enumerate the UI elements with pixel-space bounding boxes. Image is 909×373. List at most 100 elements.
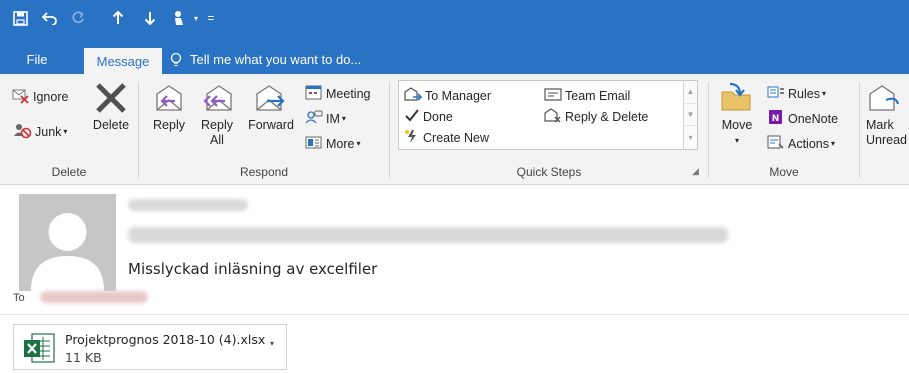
checkmark-icon [404, 108, 420, 126]
reply-label: Reply [153, 118, 185, 132]
ignore-button[interactable]: Ignore [12, 86, 68, 107]
quick-step-team-email[interactable]: Team Email [544, 87, 630, 105]
undo-icon[interactable] [40, 7, 60, 29]
svg-text:N: N [772, 114, 780, 124]
move-label: Move [721, 118, 753, 132]
lightning-icon [404, 129, 420, 147]
tell-me-label: Tell me what you want to do... [190, 52, 362, 67]
dialog-launcher-icon[interactable]: ◢ [692, 166, 700, 176]
rules-label: Rules [788, 86, 820, 101]
sender-name-redacted [128, 199, 248, 211]
chevron-down-icon[interactable]: ▾ [191, 7, 201, 29]
onenote-icon: N [767, 109, 785, 128]
junk-label: Junk [35, 124, 62, 139]
junk-button[interactable]: Junk ▾ [12, 121, 67, 142]
actions-button[interactable]: Actions ▾ [767, 134, 835, 153]
forward-button[interactable]: Forward [243, 82, 299, 133]
tab-strip: File Message Tell me what you want to do… [0, 45, 909, 74]
chevron-down-icon: ▾ [341, 114, 346, 123]
reply-delete-icon [544, 108, 562, 126]
group-delete: Ignore Junk ▾ Delete Delete [0, 74, 138, 185]
move-button[interactable]: Move ▾ [717, 82, 757, 148]
meeting-button[interactable]: Meeting [305, 84, 370, 103]
tab-message[interactable]: Message [84, 48, 162, 74]
reply-icon [156, 85, 182, 111]
done-label: Done [423, 110, 453, 124]
header-divider [0, 314, 909, 315]
quick-step-to-manager[interactable]: To Manager [404, 87, 491, 105]
more-icon [305, 134, 323, 153]
chevron-down-icon: ▾ [356, 139, 361, 148]
excel-file-icon [24, 333, 55, 363]
attachment-card[interactable]: Projektprognos 2018-10 (4).xlsx 11 KB ▾ [13, 324, 287, 370]
actions-label: Actions [788, 136, 829, 151]
to-manager-icon [404, 87, 423, 105]
gallery-expand-icon[interactable]: ▾ [684, 126, 697, 149]
redo-icon[interactable] [68, 7, 88, 29]
tab-file[interactable]: File [18, 45, 56, 74]
more-respond-button[interactable]: More ▾ [305, 134, 361, 153]
onenote-label: OneNote [788, 111, 839, 126]
reply-all-label-2: All [210, 133, 224, 147]
sender-address-redacted [128, 227, 728, 243]
to-label: To [13, 292, 25, 304]
mark-unread-button[interactable]: Mark Unread [866, 82, 909, 148]
customize-qat-icon[interactable]: = [205, 7, 217, 29]
rules-icon [767, 84, 785, 103]
team-email-label: Team Email [565, 89, 631, 103]
title-bar: ▾ = [0, 0, 909, 45]
save-icon[interactable] [10, 7, 30, 29]
chevron-down-icon: ▾ [734, 136, 739, 145]
move-group-label: Move [769, 165, 799, 179]
ribbon: Ignore Junk ▾ Delete Delete Reply Reply … [0, 74, 909, 185]
reply-all-button[interactable]: Reply All [195, 82, 239, 148]
im-icon [305, 109, 323, 128]
reply-all-label-1: Reply [201, 118, 233, 132]
create-new-label: Create New [423, 131, 489, 145]
ignore-icon [12, 86, 30, 107]
team-email-icon [544, 87, 562, 105]
reply-all-icon [203, 85, 232, 111]
im-button[interactable]: IM ▾ [305, 109, 346, 128]
attachment-size: 11 KB [65, 350, 102, 365]
actions-icon [767, 134, 785, 153]
scroll-up-icon[interactable]: ▲ [684, 81, 697, 104]
group-move: Move ▾ Rules ▾ N OneNote Actions ▾ Move [709, 74, 859, 185]
quick-step-create-new[interactable]: Create New [404, 129, 489, 147]
mark-unread-icon [869, 85, 900, 111]
mark-label-2: Unread [866, 133, 907, 147]
onenote-button[interactable]: N OneNote [767, 109, 838, 128]
quick-steps-group-label: Quick Steps [516, 165, 582, 179]
person-icon [31, 213, 104, 291]
reply-delete-label: Reply & Delete [565, 110, 649, 124]
delete-button[interactable]: Delete [86, 82, 136, 133]
chevron-down-icon: ▾ [831, 139, 836, 148]
respond-group-label: Respond [239, 165, 289, 179]
tell-me-search[interactable]: Tell me what you want to do... [170, 45, 361, 74]
touch-mode-icon[interactable] [170, 7, 188, 29]
meeting-icon [305, 84, 323, 103]
forward-label: Forward [248, 118, 294, 132]
chevron-down-icon: ▾ [821, 89, 826, 98]
junk-icon [12, 121, 32, 142]
ignore-label: Ignore [33, 89, 69, 104]
chevron-down-icon[interactable]: ▾ [270, 339, 274, 348]
rules-button[interactable]: Rules ▾ [767, 84, 826, 103]
meeting-label: Meeting [326, 86, 371, 101]
recipient-redacted [40, 291, 148, 303]
scroll-down-icon[interactable]: ▼ [684, 104, 697, 127]
attachment-name: Projektprognos 2018-10 (4).xlsx [65, 332, 266, 347]
quick-steps-gallery: To Manager Done Create New Team Email Re… [398, 80, 698, 150]
delete-group-label: Delete [51, 165, 87, 179]
reply-button[interactable]: Reply [149, 82, 189, 133]
group-divider [389, 82, 390, 178]
mark-label-1: Mark [866, 118, 894, 132]
group-tags: Mark Unread [860, 74, 909, 185]
quick-step-reply-delete[interactable]: Reply & Delete [544, 108, 648, 126]
arrow-up-icon[interactable] [110, 7, 126, 29]
forward-icon [256, 85, 285, 111]
quick-step-done[interactable]: Done [404, 108, 453, 126]
move-folder-icon [721, 82, 751, 111]
arrow-down-icon[interactable] [142, 7, 158, 29]
sender-avatar [19, 194, 116, 291]
